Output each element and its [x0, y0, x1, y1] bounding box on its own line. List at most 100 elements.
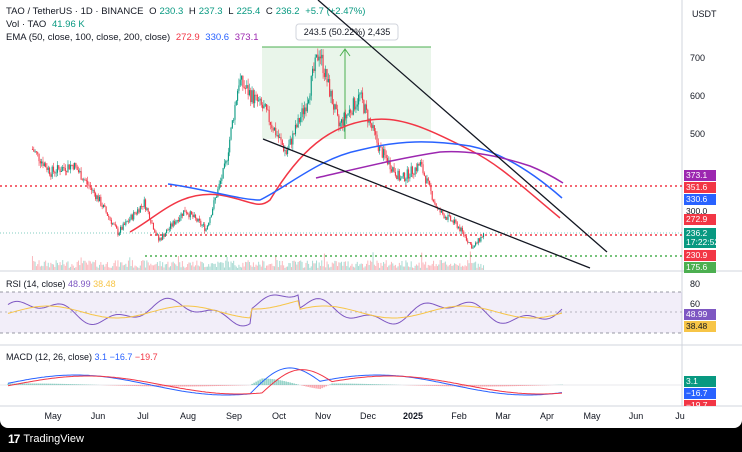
macd-histogram-bar: [279, 380, 281, 385]
volume-bar: [150, 263, 152, 270]
volume-bar: [68, 267, 70, 270]
volume-bar: [81, 263, 83, 270]
volume-bar: [95, 260, 97, 270]
macd-histogram-bar: [331, 383, 333, 385]
volume-bar: [384, 263, 386, 270]
candle-body: [268, 109, 270, 123]
candle-body: [202, 224, 204, 226]
macd-histogram-bar: [189, 385, 191, 387]
volume-bar: [339, 262, 341, 270]
candle-body: [415, 167, 417, 171]
candle-body: [272, 127, 274, 131]
candle-body: [248, 90, 250, 96]
macd-histogram-bar: [295, 383, 297, 385]
macd-legend[interactable]: MACD (12, 26, close) 3.1 −16.7 −19.7: [6, 352, 158, 362]
volume-bar: [289, 263, 291, 270]
candle-body: [469, 242, 471, 244]
candle-body: [289, 138, 291, 145]
ema-legend[interactable]: EMA (50, close, 100, close, 200, close) …: [6, 32, 262, 43]
candle-body: [310, 75, 312, 96]
candle-body: [480, 236, 482, 242]
volume-bar: [38, 260, 40, 270]
volume-bar: [313, 263, 315, 270]
volume-bar: [145, 267, 147, 270]
volume-bar: [383, 262, 385, 270]
candle-body: [267, 109, 269, 111]
volume-bar: [41, 265, 43, 270]
rsi-legend[interactable]: RSI (14, close) 48.99 38.48: [6, 279, 116, 289]
candle-body: [396, 175, 398, 180]
candle-body: [482, 233, 485, 238]
macd-histogram-bar: [27, 383, 29, 385]
tag-macd: 3.1: [684, 376, 716, 387]
candle-body: [411, 166, 414, 174]
volume-bar: [410, 261, 412, 270]
candle-body: [106, 212, 108, 216]
volume-bar: [273, 266, 275, 270]
volume-bar: [216, 267, 218, 270]
volume-bar: [429, 265, 431, 270]
volume-bar: [402, 266, 404, 270]
candle-body: [334, 104, 336, 110]
rsi-band: [0, 292, 682, 333]
candle-body: [442, 210, 444, 215]
macd-histogram-bar: [303, 385, 305, 387]
volume-bar: [327, 264, 329, 270]
candle-body: [372, 125, 374, 129]
candle-body: [64, 168, 66, 172]
macd-histogram-bar: [221, 385, 223, 386]
volume-bar: [293, 260, 295, 270]
candle-body: [152, 222, 154, 230]
currency-label[interactable]: USDT: [692, 9, 717, 19]
candle-body: [463, 231, 465, 236]
volume-bar: [267, 265, 269, 270]
candle-body: [364, 104, 366, 114]
volume-bar: [337, 266, 339, 270]
volume-bar: [277, 267, 279, 270]
tradingview-footer[interactable]: 17 TradingView: [8, 432, 84, 446]
volume-bar: [139, 265, 141, 270]
macd-histogram-bar: [433, 385, 435, 386]
macd-histogram-bar: [353, 383, 355, 385]
macd-histogram-bar: [439, 385, 441, 387]
macd-histogram-bar: [291, 382, 293, 385]
volume-bar: [75, 267, 77, 270]
volume-bar: [221, 262, 223, 270]
volume-legend[interactable]: Vol · TAO 41.96 K: [6, 19, 88, 30]
candle-body: [177, 219, 179, 222]
volume-bar: [419, 267, 421, 270]
macd-histogram-bar: [315, 385, 317, 389]
candle-body: [393, 167, 395, 173]
volume-bar: [198, 266, 200, 270]
candle-body: [271, 124, 273, 128]
candle-body: [322, 54, 324, 73]
macd-histogram-bar: [477, 385, 479, 387]
volume-bar: [171, 262, 173, 270]
volume-bar: [179, 262, 181, 270]
candle-body: [200, 220, 202, 226]
candle-body: [251, 90, 253, 103]
volume-bar: [392, 263, 394, 270]
macd-histogram-bar: [39, 383, 41, 385]
macd-histogram-bar: [383, 384, 385, 385]
macd-histogram-bar: [231, 385, 233, 386]
volume-bar: [362, 263, 364, 270]
pair-title[interactable]: TAO / TetherUS · 1D · BINANCE: [6, 6, 143, 17]
price-chart[interactable]: 243.5 (50.22%) 2,435 May Jun Jul Aug Sep Oct N…: [0, 0, 742, 428]
candle-body: [147, 208, 149, 213]
volume-bar: [196, 260, 198, 270]
volume-bar: [58, 265, 60, 270]
volume-bar: [380, 262, 382, 270]
candle-body: [318, 56, 320, 61]
volume-bar: [180, 267, 182, 270]
tradingview-logo-icon: 17: [8, 432, 20, 446]
macd-histogram-bar: [225, 385, 227, 386]
volume-bar: [143, 260, 145, 270]
ema50-value: 272.9: [175, 32, 200, 43]
candle-body: [317, 54, 319, 61]
volume-bar: [317, 267, 319, 270]
candle-body: [160, 238, 162, 240]
candle-body: [142, 206, 144, 207]
macd-histogram-bar: [363, 383, 365, 385]
volume-bar: [472, 263, 474, 270]
